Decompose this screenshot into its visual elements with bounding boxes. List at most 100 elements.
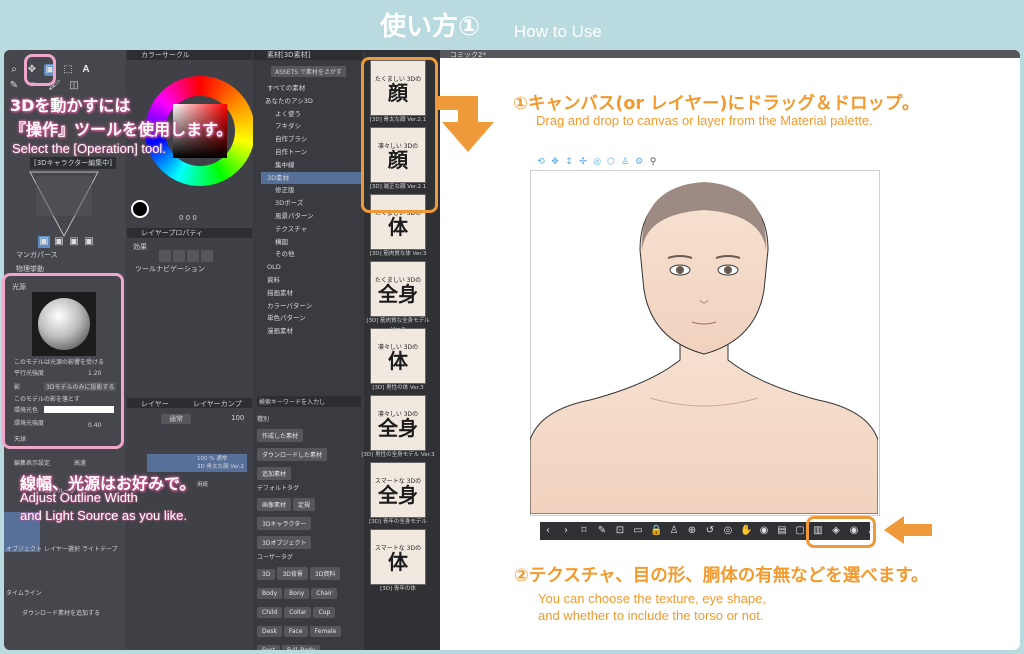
tree-item[interactable]: OLD bbox=[261, 261, 361, 274]
tag-button[interactable]: Child bbox=[257, 607, 283, 618]
next-icon[interactable]: › bbox=[560, 525, 572, 537]
tag-button[interactable]: 3Dオブジェクト bbox=[257, 536, 312, 549]
zoom-icon[interactable]: ⌕ bbox=[8, 64, 20, 76]
tree-item[interactable]: すべての素材 bbox=[261, 82, 361, 95]
tab-layer-comp[interactable]: レイヤーカンプ bbox=[193, 399, 242, 409]
save-pose-icon[interactable]: ⊕ bbox=[686, 525, 698, 537]
thumb-image[interactable]: 凛々しい 3Dの体 bbox=[370, 328, 426, 384]
tag-button[interactable]: ダウンロードした素材 bbox=[257, 448, 328, 461]
effect-icon-1[interactable] bbox=[159, 250, 171, 262]
tag-button[interactable]: Full_Body bbox=[281, 645, 321, 650]
select-icon[interactable]: ⬚ bbox=[62, 64, 74, 76]
material-thumb[interactable]: スマートな 3Dの体 [3D] 青年の体 bbox=[370, 529, 436, 594]
assets-button[interactable]: ASSETS で素材をさがす bbox=[271, 66, 346, 77]
ground-icon[interactable]: ⊡ bbox=[614, 525, 626, 537]
material-thumb[interactable]: 凛々しい 3Dの体 [3D] 男性の体 Ver.3 bbox=[370, 328, 436, 393]
opacity-value[interactable]: 100 bbox=[231, 414, 244, 422]
tag-button[interactable]: Bony bbox=[284, 588, 310, 599]
object-pose-icon[interactable]: ♙ bbox=[619, 156, 631, 168]
tree-item[interactable]: 構図 bbox=[261, 236, 361, 249]
tree-item[interactable]: カラーパターン bbox=[261, 300, 361, 313]
tag-button[interactable]: 追加素材 bbox=[257, 467, 292, 480]
object-rotate-icon[interactable]: ◎ bbox=[591, 156, 603, 168]
camera-icon[interactable]: ◉ bbox=[758, 525, 770, 537]
tag-button[interactable]: Body bbox=[257, 588, 283, 599]
eraser-icon[interactable]: ◫ bbox=[68, 80, 80, 92]
tree-item[interactable]: 単色パターン bbox=[261, 312, 361, 325]
tab-layer[interactable]: レイヤー bbox=[141, 399, 169, 409]
tree-item[interactable]: その他 bbox=[261, 248, 361, 261]
tree-item[interactable]: フキダシ bbox=[261, 120, 361, 133]
tree-item[interactable]: 描画素材 bbox=[261, 287, 361, 300]
thumb-image[interactable]: スマートな 3Dの体 bbox=[370, 529, 426, 585]
tree-item[interactable]: 自作ブラシ bbox=[261, 133, 361, 146]
pose-mode-icon[interactable]: ▣ bbox=[83, 236, 95, 248]
pen-icon[interactable]: ✎ bbox=[8, 80, 20, 92]
main-color-swatch[interactable] bbox=[131, 200, 149, 218]
thumb-image[interactable]: 凛々しい 3Dの 全身 bbox=[370, 395, 426, 451]
edit-icon[interactable]: ✎ bbox=[596, 525, 608, 537]
frame-icon[interactable]: ▢ bbox=[794, 525, 806, 537]
tag-button[interactable]: Chair bbox=[311, 588, 338, 599]
tree-item[interactable]: 自作トーン bbox=[261, 146, 361, 159]
tab-object[interactable]: オブジェクト bbox=[6, 544, 42, 553]
tag-button[interactable]: Cup bbox=[313, 607, 336, 618]
tree-item[interactable]: 漫画素材 bbox=[261, 325, 361, 338]
hand-icon[interactable]: ✋ bbox=[740, 525, 752, 537]
compass-icon[interactable]: ◎ bbox=[722, 525, 734, 537]
camera-move-icon[interactable]: ↕ bbox=[563, 156, 575, 168]
paper-layer[interactable]: 用紙 bbox=[197, 480, 208, 488]
tag-button[interactable]: 3Dキャラクター bbox=[257, 517, 312, 530]
material-thumb[interactable]: 凛々しい 3Dの 全身 [3D] 男性の全身モデル Ver.3 bbox=[361, 395, 436, 460]
tree-item[interactable]: あなたのアシ3D bbox=[261, 95, 361, 108]
camera-pan-icon[interactable]: ✥ bbox=[549, 156, 561, 168]
thumb-image[interactable]: スマートな 3Dの 全身 bbox=[370, 462, 426, 518]
object-move-icon[interactable]: ✣ bbox=[577, 156, 589, 168]
material-thumb[interactable]: スマートな 3Dの 全身 [3D] 青年の全身モデル bbox=[369, 462, 436, 527]
object-scale-icon[interactable]: ⬡ bbox=[605, 156, 617, 168]
pose-icon[interactable]: ♙ bbox=[668, 525, 680, 537]
tag-button[interactable]: 作成した素材 bbox=[257, 429, 304, 442]
tag-button[interactable]: 定規 bbox=[293, 498, 316, 511]
tree-item[interactable]: 風景パターン bbox=[261, 210, 361, 223]
body-mode-icon[interactable]: ▣ bbox=[38, 236, 50, 248]
tag-button[interactable]: Desk bbox=[257, 626, 282, 637]
thumb-image[interactable]: たくましい 3Dの 全身 bbox=[370, 261, 426, 317]
material-search-input[interactable]: 検索キーワードを入力し bbox=[257, 396, 361, 407]
lock-icon[interactable]: 🔒 bbox=[650, 525, 662, 537]
tag-button[interactable]: Foot bbox=[257, 645, 280, 650]
text-tool-icon[interactable]: A bbox=[80, 64, 92, 76]
hand-mode-icon[interactable]: ▣ bbox=[53, 236, 65, 248]
tag-button[interactable]: Face bbox=[283, 626, 308, 637]
tag-button[interactable]: 3D資料 bbox=[309, 567, 341, 580]
tree-item[interactable]: 修正版 bbox=[261, 184, 361, 197]
material-thumb[interactable]: たくましい 3Dの 全身 [3D] 筋肉質な全身モデル Ver.3 bbox=[366, 261, 436, 333]
tag-button[interactable]: 画像素材 bbox=[257, 498, 292, 511]
tree-item[interactable]: 集中線 bbox=[261, 159, 361, 172]
tag-button[interactable]: 3D背景 bbox=[277, 567, 308, 580]
3d-model-render[interactable] bbox=[530, 170, 878, 514]
display-settings-value[interactable]: 高速 bbox=[74, 458, 86, 467]
tree-item[interactable]: 資料 bbox=[261, 274, 361, 287]
fit-icon[interactable]: ⌑ bbox=[578, 525, 590, 537]
reset-icon[interactable]: ↺ bbox=[704, 525, 716, 537]
tab-light-table[interactable]: ライトテーブ bbox=[82, 544, 118, 553]
tree-item[interactable]: 3D素材 bbox=[261, 171, 361, 185]
effect-icon-2[interactable] bbox=[173, 250, 185, 262]
tree-item[interactable]: よく使う bbox=[261, 108, 361, 121]
camera-rotate-icon[interactable]: ⟲ bbox=[535, 156, 547, 168]
tree-item[interactable]: テクスチャ bbox=[261, 223, 361, 236]
link-icon[interactable]: ⚲ bbox=[647, 156, 659, 168]
blend-mode-select[interactable]: 通常 bbox=[161, 414, 191, 424]
add-download-button[interactable]: ダウンロード素材を追加する bbox=[22, 608, 100, 617]
floor-icon[interactable]: ▭ bbox=[632, 525, 644, 537]
tab-layer-select[interactable]: レイヤー選択 bbox=[44, 544, 80, 553]
prev-icon[interactable]: ‹ bbox=[542, 525, 554, 537]
object-settings-icon[interactable]: ⚙ bbox=[633, 156, 645, 168]
tree-item[interactable]: 3Dポーズ bbox=[261, 197, 361, 210]
book-icon[interactable]: ▤ bbox=[776, 525, 788, 537]
effect-icon-3[interactable] bbox=[187, 250, 199, 262]
tag-button[interactable]: 3D bbox=[257, 569, 276, 580]
effect-icon-4[interactable] bbox=[201, 250, 213, 262]
tag-button[interactable]: Female bbox=[309, 626, 342, 637]
